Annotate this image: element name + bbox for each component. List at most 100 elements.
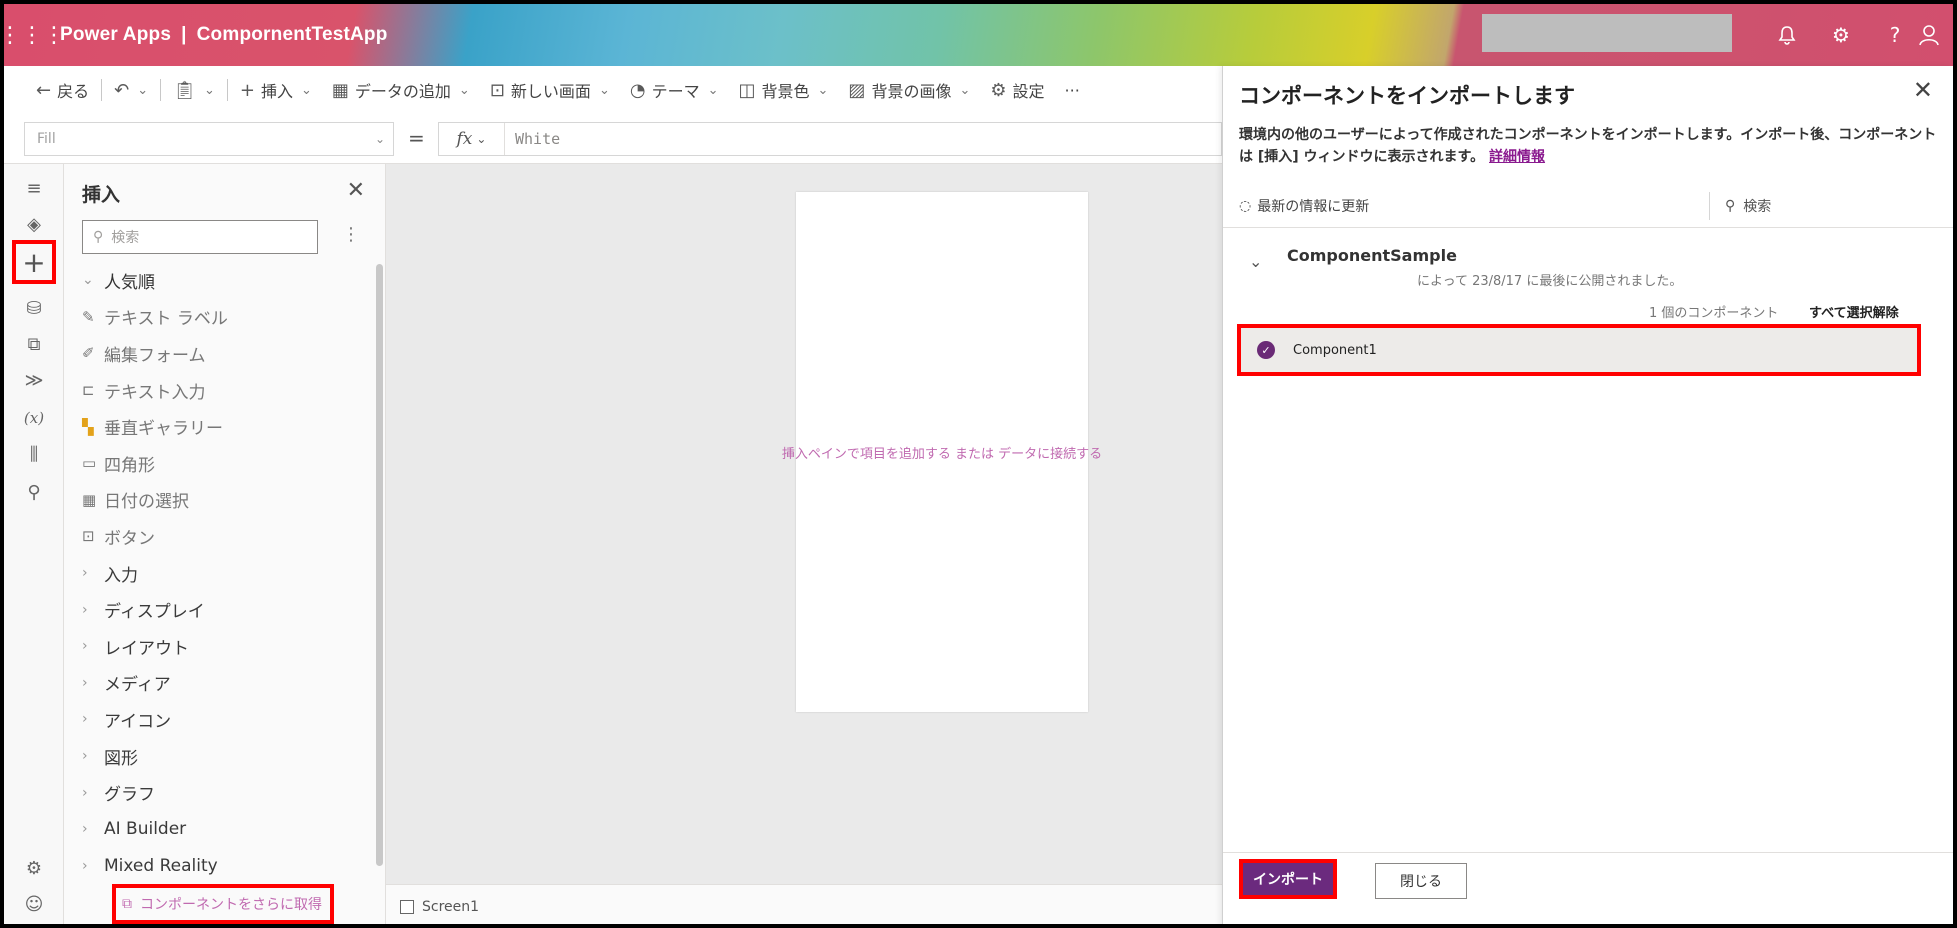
background-image-menu[interactable]: ▨ 背景の画像 ⌄ [838, 72, 980, 108]
search-icon[interactable]: ⚲ [14, 474, 54, 510]
close-icon[interactable]: ✕ [347, 178, 365, 203]
checkmark-icon[interactable]: ✓ [1257, 341, 1275, 359]
more-label: ··· [1064, 80, 1080, 100]
insert-label: 挿入 [260, 82, 293, 101]
advanced-tools-icon[interactable]: ⫼ [14, 436, 54, 472]
gear-icon[interactable]: ⚙ [1814, 4, 1868, 66]
chevron-right-icon: › [82, 565, 88, 582]
add-data-label: データの追加 [354, 82, 451, 101]
category-label: 入力 [104, 565, 138, 586]
insert-item-date-picker[interactable]: ▦ 日付の選択 [64, 482, 364, 519]
category-mixed-reality[interactable]: › Mixed Reality [64, 848, 364, 885]
learn-more-link[interactable]: 詳細情報 [1489, 149, 1545, 165]
category-ai-builder[interactable]: › AI Builder [64, 811, 364, 848]
insert-menu[interactable]: + 挿入 ⌄ [230, 72, 322, 108]
refresh-button[interactable]: ◌ 最新の情報に更新 [1239, 196, 1369, 216]
variables-icon[interactable]: (x) [14, 400, 54, 436]
hamburger-icon[interactable]: ≡ [14, 170, 54, 206]
divider [1709, 192, 1710, 220]
deselect-all-button[interactable]: すべて選択解除 [1809, 302, 1899, 321]
category-media[interactable]: › メディア [64, 665, 364, 702]
title-divider: | [181, 24, 187, 45]
media-icon[interactable]: ⧉ [14, 326, 54, 362]
divider [160, 79, 162, 101]
insert-item-vertical-gallery[interactable]: ▚ 垂直ギャラリー [64, 408, 364, 445]
category-label: AI Builder [104, 819, 187, 840]
chevron-down-icon: ⌄ [300, 82, 312, 98]
database-icon[interactable]: ⛁ [14, 290, 54, 326]
search-icon: ⚲ [93, 229, 104, 245]
more-button[interactable]: ··· [1055, 72, 1090, 108]
chevron-right-icon: › [82, 638, 88, 655]
status-bar: Screen1 [386, 884, 1222, 924]
background-image-label: 背景の画像 [871, 82, 952, 101]
component-name: Component1 [1293, 342, 1377, 358]
settings-icon[interactable]: ⚙ [14, 850, 54, 886]
insert-item-rectangle[interactable]: ▭ 四角形 [64, 445, 364, 482]
chevron-right-icon: › [82, 711, 88, 728]
insert-item-text-label[interactable]: ✎ テキスト ラベル [64, 299, 364, 336]
component-count: 1 個のコンポーネント [1649, 306, 1779, 321]
paste-button[interactable]: 📋︎ ⌄ [163, 72, 225, 108]
item-label: 日付の選択 [104, 492, 189, 513]
insert-search-input[interactable]: ⚲ 検索 [82, 220, 318, 254]
formula-input[interactable]: fx ⌄ White [438, 122, 1222, 156]
close-icon[interactable]: ✕ [1913, 76, 1933, 104]
left-rail: ≡ ◈ + ⛁ ⧉ ≫ (x) ⫼ ⚲ ⚙ ☺ [4, 164, 64, 924]
back-button[interactable]: ← 戻る [26, 72, 99, 108]
undo-icon: ↶ [114, 79, 130, 101]
more-vertical-icon[interactable]: ⋮ [342, 224, 360, 245]
property-select[interactable]: Fill ⌄ [24, 122, 394, 156]
insert-pane-scrollbar[interactable] [376, 264, 383, 866]
item-label: 四角形 [104, 455, 155, 476]
fx-button[interactable]: fx ⌄ [439, 123, 505, 155]
new-screen-menu[interactable]: ⊡ 新しい画面 ⌄ [480, 72, 620, 108]
insert-item-button[interactable]: ⊡ ボタン [64, 518, 364, 555]
gallery-icon: ▚ [82, 417, 94, 436]
screen-checkbox[interactable] [400, 899, 414, 914]
paint-bucket-icon: ◫ [738, 79, 756, 101]
chevron-right-icon: › [82, 601, 88, 618]
settings-button[interactable]: ⚙ 設定 [980, 72, 1054, 108]
bell-icon[interactable] [1760, 4, 1814, 66]
refresh-label: 最新の情報に更新 [1257, 199, 1370, 215]
chevron-down-icon: ⌄ [458, 82, 470, 98]
screen-hint[interactable]: 挿入ペインで項目を追加する または データに接続する [782, 443, 1102, 462]
category-input[interactable]: › 入力 [64, 555, 364, 592]
user-icon[interactable] [1902, 4, 1953, 66]
refresh-icon: ◌ [1239, 198, 1252, 214]
chevron-right-icon: › [82, 748, 88, 765]
panel-search-button[interactable]: ⚲ 検索 [1725, 196, 1771, 216]
insert-item-text-input[interactable]: ⊏ テキスト入力 [64, 372, 364, 409]
chevron-down-icon: ⌄ [374, 132, 385, 146]
insert-item-edit-form[interactable]: ✐ 編集フォーム [64, 335, 364, 372]
add-data-menu[interactable]: ▦ データの追加 ⌄ [322, 72, 480, 108]
global-search-box[interactable] [1482, 14, 1732, 52]
import-button[interactable]: インポート [1239, 859, 1337, 899]
screen-name[interactable]: Screen1 [422, 899, 479, 915]
popular-group[interactable]: ⌄ 人気順 [64, 262, 364, 299]
category-charts[interactable]: › グラフ [64, 774, 364, 811]
insert-plus-icon[interactable]: + [12, 240, 56, 284]
power-automate-icon[interactable]: ≫ [14, 362, 54, 398]
undo-button[interactable]: ↶ ⌄ [104, 72, 158, 108]
app-screen[interactable]: 挿入ペインで項目を追加する または データに接続する [782, 192, 1102, 712]
category-display[interactable]: › ディスプレイ [64, 591, 364, 628]
chevron-down-icon: ⌄ [959, 82, 971, 98]
category-icons[interactable]: › アイコン [64, 701, 364, 738]
chevron-down-icon[interactable]: ⌄ [1249, 252, 1262, 271]
layers-icon[interactable]: ◈ [14, 206, 54, 242]
panel-description: 環境内の他のユーザーによって作成されたコンポーネントをインポートします。インポー… [1239, 124, 1949, 168]
close-button[interactable]: 閉じる [1375, 863, 1467, 899]
background-color-menu[interactable]: ◫ 背景色 ⌄ [728, 72, 838, 108]
virtual-agent-icon[interactable]: ☺ [14, 886, 54, 922]
theme-menu[interactable]: ◔ テーマ ⌄ [620, 72, 729, 108]
category-layout[interactable]: › レイアウト [64, 628, 364, 665]
waffle-icon[interactable]: ⋮⋮⋮ [4, 4, 65, 66]
calendar-icon: ▦ [82, 490, 97, 509]
item-label: 垂直ギャラリー [104, 419, 223, 440]
get-more-components-link[interactable]: ⧉ コンポーネントをさらに取得 [112, 884, 334, 924]
component-row[interactable]: ✓ Component1 [1237, 324, 1921, 376]
formula-bar: Fill ⌄ = fx ⌄ White [4, 114, 1222, 164]
category-shapes[interactable]: › 図形 [64, 738, 364, 775]
